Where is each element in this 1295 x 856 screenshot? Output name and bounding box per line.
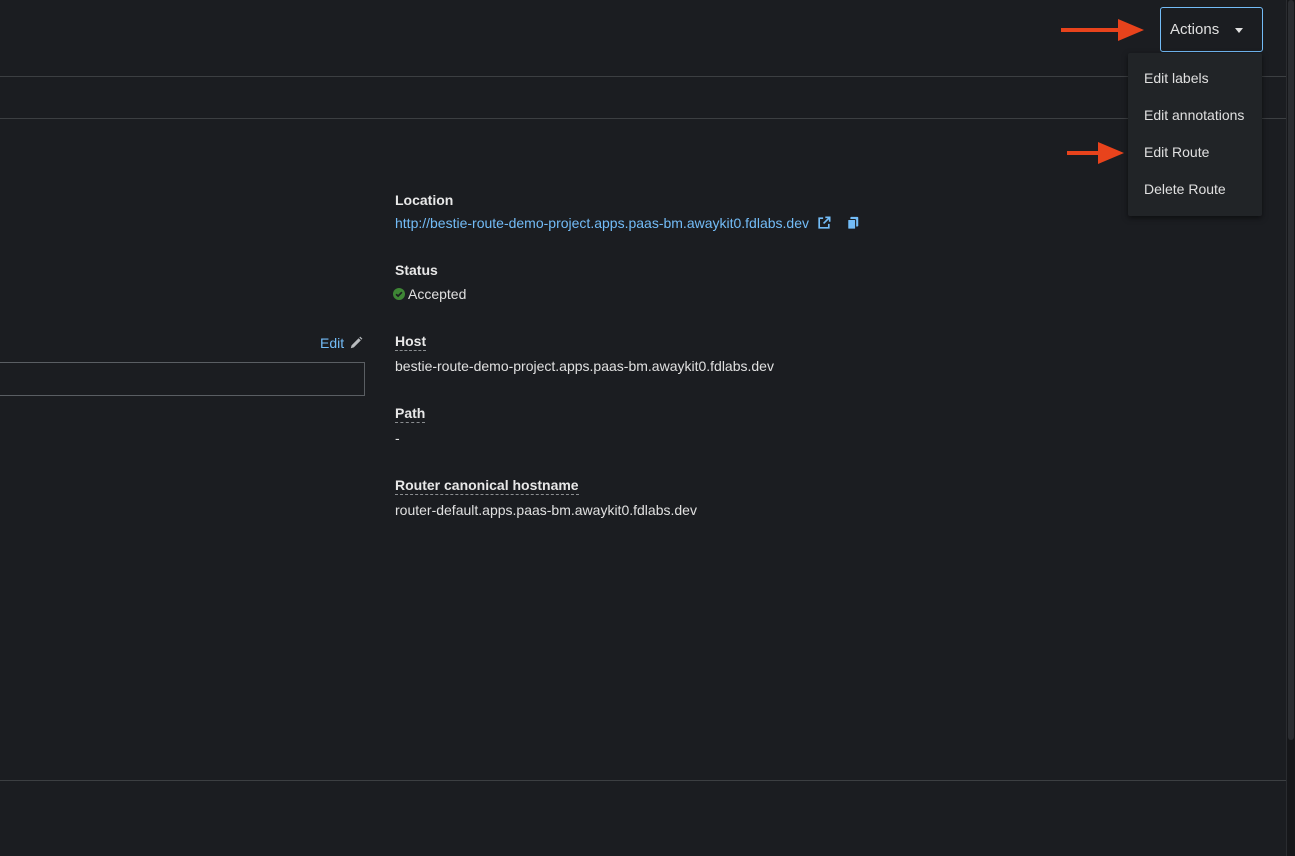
host-value: bestie-route-demo-project.apps.paas-bm.a… [395, 358, 774, 374]
arrow-head [1098, 142, 1124, 164]
check-circle-icon [393, 288, 405, 300]
actions-button-label: Actions [1170, 21, 1220, 38]
divider [0, 118, 1286, 119]
router-canonical-hostname-value: router-default.apps.paas-bm.awaykit0.fdl… [395, 502, 697, 518]
pencil-icon [350, 336, 363, 349]
route-details-page: Actions Edit labels Edit annotations Edi… [0, 0, 1295, 856]
edit-label: Edit [320, 335, 345, 351]
menu-item-label: Edit Route [1144, 143, 1210, 160]
divider [0, 780, 1286, 781]
menu-item-label: Edit labels [1144, 69, 1209, 86]
status-row: Accepted [393, 286, 467, 302]
location-link[interactable]: http://bestie-route-demo-project.apps.pa… [395, 215, 809, 231]
external-link-icon[interactable] [817, 216, 831, 230]
status-label: Status [395, 262, 438, 278]
annotation-arrow-icon [1061, 19, 1144, 41]
path-value: - [395, 430, 400, 446]
arrow-shaft [1061, 28, 1119, 32]
router-canonical-hostname-label[interactable]: Router canonical hostname [395, 477, 579, 495]
status-value: Accepted [408, 286, 467, 302]
path-label[interactable]: Path [395, 405, 426, 423]
divider [0, 76, 1286, 77]
location-row: http://bestie-route-demo-project.apps.pa… [395, 215, 860, 231]
copy-icon[interactable] [846, 216, 860, 230]
arrow-shaft [1067, 151, 1099, 155]
actions-dropdown-button[interactable]: Actions [1160, 7, 1263, 52]
edit-link[interactable]: Edit [320, 335, 363, 351]
menu-item-edit-route[interactable]: Edit Route [1128, 133, 1262, 170]
menu-item-delete-route[interactable]: Delete Route [1128, 170, 1262, 207]
scrollbar-thumb[interactable] [1288, 0, 1294, 740]
location-label: Location [395, 192, 454, 208]
menu-item-edit-labels[interactable]: Edit labels [1128, 59, 1262, 96]
caret-down-icon [1235, 28, 1243, 33]
annotation-arrow-icon [1067, 142, 1124, 164]
labels-box [0, 362, 365, 396]
arrow-head [1118, 19, 1144, 41]
menu-item-label: Edit annotations [1144, 106, 1245, 123]
host-label[interactable]: Host [395, 333, 427, 351]
actions-menu: Edit labels Edit annotations Edit Route … [1128, 53, 1262, 216]
menu-item-label: Delete Route [1144, 180, 1226, 197]
menu-item-edit-annotations[interactable]: Edit annotations [1128, 96, 1262, 133]
